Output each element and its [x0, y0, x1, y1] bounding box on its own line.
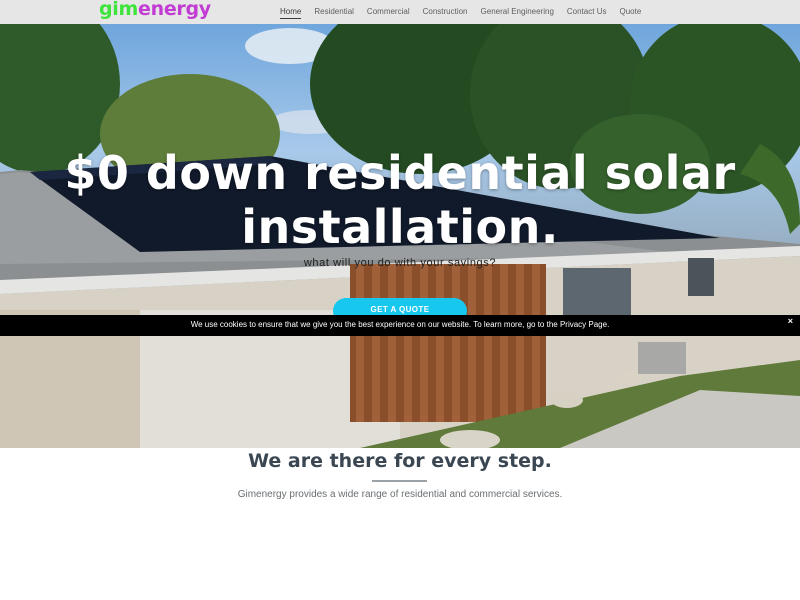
hero-subtitle: what will you do with your savings?	[303, 257, 497, 269]
nav-construction[interactable]: Construction	[423, 6, 468, 19]
section-description: Gimenergy provides a wide range of resid…	[237, 489, 563, 500]
section-heading: We are there for every step.	[248, 450, 552, 472]
nav-commercial[interactable]: Commercial	[367, 6, 410, 19]
hero-title-line-1: $0 down residential solar	[64, 146, 736, 200]
nav-quote[interactable]: Quote	[619, 6, 641, 19]
logo-part-gim: gim	[99, 0, 139, 20]
site-header: gimenergy Home Residential Commercial Co…	[0, 0, 800, 24]
hero-title-line-2: installation.	[241, 200, 559, 254]
logo-part-energy: energy	[138, 0, 211, 20]
cookie-message[interactable]: We use cookies to ensure that we give yo…	[0, 320, 800, 329]
hero-banner: $0 down residential solar installation. …	[0, 24, 800, 448]
section-divider	[372, 480, 427, 482]
nav-general-engineering[interactable]: General Engineering	[481, 6, 554, 19]
main-nav: Home Residential Commercial Construction…	[280, 6, 654, 19]
cookie-banner: We use cookies to ensure that we give yo…	[0, 315, 800, 336]
nav-home[interactable]: Home	[280, 6, 302, 19]
nav-residential[interactable]: Residential	[314, 6, 354, 19]
close-icon[interactable]: ×	[788, 316, 793, 326]
hero-title: $0 down residential solar installation.	[0, 146, 800, 254]
site-logo[interactable]: gimenergy	[99, 0, 211, 21]
nav-contact-us[interactable]: Contact Us	[567, 6, 607, 19]
